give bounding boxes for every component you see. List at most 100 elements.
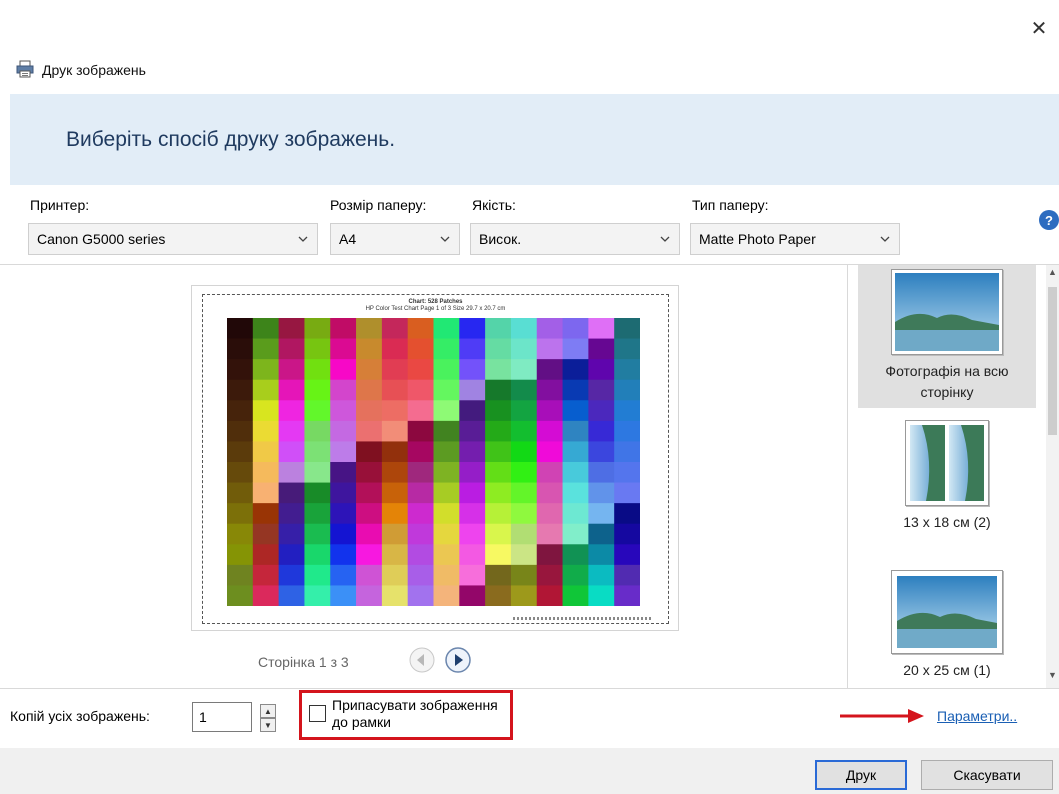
color-swatch [407, 318, 434, 339]
fit-to-frame-label[interactable]: Припасувати зображення до рамки [332, 697, 512, 731]
color-swatch [252, 338, 280, 360]
color-swatch [381, 379, 409, 401]
color-swatch [536, 318, 563, 339]
color-swatch [459, 441, 486, 463]
color-swatch [485, 359, 512, 381]
color-swatch [536, 523, 563, 545]
color-swatch [588, 482, 615, 504]
color-swatch [278, 400, 305, 422]
color-swatch [304, 359, 331, 381]
color-swatch [407, 585, 434, 606]
print-button[interactable]: Друк [815, 760, 907, 790]
color-swatch [510, 482, 538, 504]
window-title: Друк зображень [16, 58, 146, 82]
scrollbar-thumb[interactable] [1048, 287, 1057, 435]
color-swatch [562, 564, 589, 586]
layout-option-13x18[interactable]: 13 x 18 см (2) [858, 420, 1036, 550]
color-swatch [407, 503, 434, 525]
next-page-button[interactable] [444, 646, 472, 674]
color-swatch [536, 462, 563, 483]
color-swatch [588, 400, 615, 422]
color-swatch [227, 338, 254, 360]
color-swatch [433, 379, 460, 401]
color-swatch [227, 359, 254, 381]
color-swatch [356, 585, 383, 606]
color-swatch [278, 544, 305, 566]
color-swatch [459, 359, 486, 381]
color-swatch [330, 420, 357, 442]
color-swatch [485, 420, 512, 442]
parameters-link[interactable]: Параметри.. [937, 708, 1017, 724]
color-swatch [252, 462, 280, 483]
color-swatch [304, 523, 331, 545]
color-swatch [356, 523, 383, 545]
color-swatch [227, 441, 254, 463]
color-swatch [227, 379, 254, 401]
layout-option-20x25[interactable]: 20 x 25 см (1) [858, 570, 1036, 688]
color-swatch [459, 379, 486, 401]
color-swatch [356, 503, 383, 525]
fit-to-frame-checkbox[interactable] [309, 705, 326, 722]
color-swatch [330, 482, 357, 504]
color-swatch [407, 462, 434, 483]
color-swatch [510, 585, 538, 606]
color-swatch [485, 462, 512, 483]
scroll-up-icon[interactable]: ▲ [1046, 265, 1059, 279]
color-swatch [614, 544, 640, 566]
color-swatch [433, 523, 460, 545]
color-swatch [330, 544, 357, 566]
color-swatch [614, 420, 640, 442]
color-swatch [304, 462, 331, 483]
help-icon[interactable]: ? [1039, 210, 1059, 230]
layout-scrollbar[interactable]: ▲ ▼ [1046, 265, 1059, 688]
color-swatch [562, 359, 589, 381]
color-swatch [407, 523, 434, 545]
color-swatch [562, 379, 589, 401]
color-swatch [278, 564, 305, 586]
color-swatch [304, 420, 331, 442]
paper-type-select[interactable]: Matte Photo Paper [690, 223, 900, 255]
chart-subtitle-text: HP Color Test Chart Page 1 of 3 Size 29.… [365, 306, 506, 312]
color-swatch [588, 462, 615, 483]
color-swatch [278, 441, 305, 463]
color-swatch [278, 503, 305, 525]
layout-option-full-page[interactable]: Фотографія на всю сторінку [858, 265, 1036, 408]
color-swatch [304, 482, 331, 504]
copies-decrement-button[interactable]: ▼ [260, 718, 276, 732]
close-button[interactable]: ✕ [1025, 14, 1053, 42]
chart-title-text: Chart: 528 Patches [408, 299, 463, 305]
layout-options-list[interactable]: Фотографія на всю сторінку 13 x 18 см (2… [848, 265, 1046, 688]
color-swatch [381, 420, 409, 442]
color-swatch [614, 379, 640, 401]
previous-page-button[interactable] [408, 646, 436, 674]
copies-input[interactable]: 1 [192, 702, 252, 732]
color-swatch [562, 318, 589, 339]
color-swatch [510, 400, 538, 422]
preview-page-border: Chart: 528 Patches HP Color Test Chart P… [202, 294, 669, 624]
color-swatch [433, 462, 460, 483]
color-swatch [407, 400, 434, 422]
color-swatch [330, 585, 357, 606]
color-swatch [381, 503, 409, 525]
color-swatch [433, 503, 460, 525]
copies-increment-button[interactable]: ▲ [260, 704, 276, 718]
quality-select[interactable]: Висок. [470, 223, 680, 255]
paper-size-select[interactable]: A4 [330, 223, 460, 255]
printer-select[interactable]: Canon G5000 series [28, 223, 318, 255]
color-swatch [485, 441, 512, 463]
color-swatch [536, 359, 563, 381]
color-swatch [459, 400, 486, 422]
color-swatch [278, 585, 305, 606]
color-swatch [278, 379, 305, 401]
color-swatch [536, 441, 563, 463]
color-swatch [252, 482, 280, 504]
cancel-button[interactable]: Скасувати [921, 760, 1053, 790]
chevron-down-icon [440, 236, 450, 242]
color-swatch [278, 338, 305, 360]
color-swatch [588, 318, 615, 339]
color-swatch [536, 400, 563, 422]
printer-icon [16, 60, 34, 81]
color-swatch [407, 544, 434, 566]
color-swatch [459, 503, 486, 525]
scroll-down-icon[interactable]: ▼ [1046, 668, 1059, 682]
